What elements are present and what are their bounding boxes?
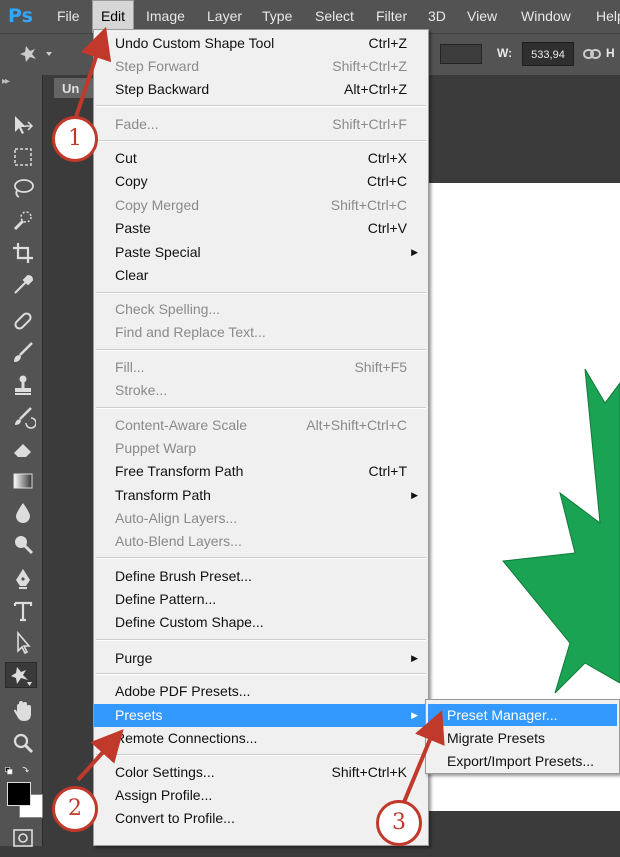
blur-tool-icon[interactable] <box>10 500 36 526</box>
dodge-tool-icon[interactable] <box>10 532 36 558</box>
menu-item-define-brush-preset[interactable]: Define Brush Preset... <box>94 565 428 588</box>
menu-item-paste[interactable]: Paste Ctrl+V <box>94 217 428 240</box>
menu-item-cut[interactable]: Cut Ctrl+X <box>94 147 428 170</box>
menu-item-export-import-presets[interactable]: Export/Import Presets... <box>428 750 617 772</box>
presets-submenu: Preset Manager... Migrate Presets Export… <box>425 699 620 774</box>
submenu-arrow-icon: ▶ <box>411 490 418 500</box>
menu-separator <box>96 140 426 142</box>
menu-file[interactable]: File <box>57 0 80 33</box>
menu-separator <box>96 754 426 756</box>
gradient-tool-icon[interactable] <box>10 468 36 494</box>
zoom-tool-icon[interactable] <box>10 730 36 756</box>
quick-selection-tool-icon[interactable] <box>10 208 36 234</box>
move-tool-icon[interactable] <box>10 112 36 138</box>
menu-item-fill: Fill... Shift+F5 <box>115 359 407 375</box>
menu-item-copy[interactable]: Copy Ctrl+C <box>94 170 428 193</box>
menu-item-puppet-warp: Puppet Warp <box>115 440 197 456</box>
custom-shape-tool-preset-icon[interactable] <box>18 42 58 66</box>
default-colors-icon[interactable] <box>4 758 40 776</box>
menu-item-define-custom-shape[interactable]: Define Custom Shape... <box>94 611 428 634</box>
width-field[interactable]: 533,94 <box>522 42 574 66</box>
healing-brush-tool-icon[interactable] <box>10 308 36 334</box>
crop-tool-icon[interactable] <box>10 240 36 266</box>
brush-tool-icon[interactable] <box>10 340 36 366</box>
lasso-tool-icon[interactable] <box>10 176 36 202</box>
menu-item-clear[interactable]: Clear <box>94 264 428 287</box>
hand-tool-icon[interactable] <box>10 698 36 724</box>
eyedropper-tool-icon[interactable] <box>10 272 36 298</box>
custom-shape-tool-icon[interactable] <box>5 662 37 688</box>
callout-2: 2 <box>52 786 98 832</box>
menu-item-migrate-presets[interactable]: Migrate Presets <box>428 727 617 749</box>
clone-stamp-tool-icon[interactable] <box>10 372 36 398</box>
menu-item-purge[interactable]: Purge ▶ <box>94 647 428 670</box>
collapse-panel-icon[interactable]: ▸▸ <box>2 76 42 88</box>
submenu-arrow-icon: ▶ <box>411 653 418 663</box>
quick-mask-icon[interactable] <box>10 826 36 852</box>
menu-separator <box>96 557 426 559</box>
link-icon[interactable] <box>582 45 602 63</box>
callout-3: 3 <box>376 800 422 846</box>
menu-item-color-settings[interactable]: Color Settings... Shift+Ctrl+K <box>94 761 428 784</box>
width-label: W: <box>497 46 513 60</box>
menu-item-adobe-pdf-presets[interactable]: Adobe PDF Presets... <box>94 680 428 703</box>
menu-item-undo[interactable]: Undo Custom Shape Tool Ctrl+Z <box>94 32 428 55</box>
menu-item-stroke: Stroke... <box>115 382 168 398</box>
menu-separator <box>96 105 426 107</box>
eraser-tool-icon[interactable] <box>10 436 36 462</box>
menu-item-transform-path[interactable]: Transform Path ▶ <box>94 484 428 507</box>
edit-menu: Undo Custom Shape Tool Ctrl+Z Step Forwar… <box>93 29 429 846</box>
foreground-background-color-swatches[interactable] <box>5 780 43 820</box>
history-brush-tool-icon[interactable] <box>10 404 37 430</box>
foreground-color-swatch[interactable] <box>7 782 31 806</box>
menu-separator <box>96 292 426 294</box>
menu-separator <box>96 639 426 641</box>
menu-separator <box>96 673 426 675</box>
menu-item-preset-manager[interactable]: Preset Manager... <box>428 704 617 726</box>
stroke-type-dropdown[interactable] <box>440 44 482 64</box>
menu-item-remote-connections[interactable]: Remote Connections... <box>94 727 428 750</box>
menu-view[interactable]: View <box>467 0 497 33</box>
menu-window[interactable]: Window <box>521 0 571 33</box>
menu-item-auto-blend-layers: Auto-Blend Layers... <box>115 533 242 549</box>
type-tool-icon[interactable] <box>10 598 36 624</box>
menu-help[interactable]: Help <box>596 0 620 33</box>
menu-item-content-aware-scale: Content-Aware Scale Alt+Shift+Ctrl+C <box>115 417 407 433</box>
menu-item-step-backward[interactable]: Step Backward Alt+Ctrl+Z <box>94 78 428 101</box>
menu-item-check-spelling: Check Spelling... <box>115 301 221 317</box>
height-label: H <box>606 46 615 60</box>
marquee-tool-icon[interactable] <box>10 144 36 170</box>
menu-separator <box>96 349 426 351</box>
menu-item-find-replace-text: Find and Replace Text... <box>115 324 266 340</box>
menu-item-assign-profile[interactable]: Assign Profile... <box>94 784 428 807</box>
menu-item-paste-special[interactable]: Paste Special ▶ <box>94 241 428 264</box>
photoshop-logo: Ps <box>8 5 33 27</box>
menu-item-step-forward: Step Forward Shift+Ctrl+Z <box>115 58 407 74</box>
pen-tool-icon[interactable] <box>10 566 36 592</box>
path-selection-tool-icon[interactable] <box>10 630 36 656</box>
menu-item-fade: Fade... Shift+Ctrl+F <box>115 116 407 132</box>
menu-separator <box>96 407 426 409</box>
menu-item-copy-merged: Copy Merged Shift+Ctrl+C <box>115 197 407 213</box>
menu-item-free-transform-path[interactable]: Free Transform Path Ctrl+T <box>94 460 428 483</box>
menu-item-presets[interactable]: Presets ▶ <box>94 704 428 727</box>
menu-3d[interactable]: 3D <box>428 0 446 33</box>
submenu-arrow-icon: ▶ <box>411 710 418 720</box>
callout-1: 1 <box>52 116 98 162</box>
document-tab[interactable]: Un <box>53 77 98 99</box>
submenu-arrow-icon: ▶ <box>411 247 418 257</box>
menu-item-define-pattern[interactable]: Define Pattern... <box>94 588 428 611</box>
menu-item-auto-align-layers: Auto-Align Layers... <box>115 510 238 526</box>
